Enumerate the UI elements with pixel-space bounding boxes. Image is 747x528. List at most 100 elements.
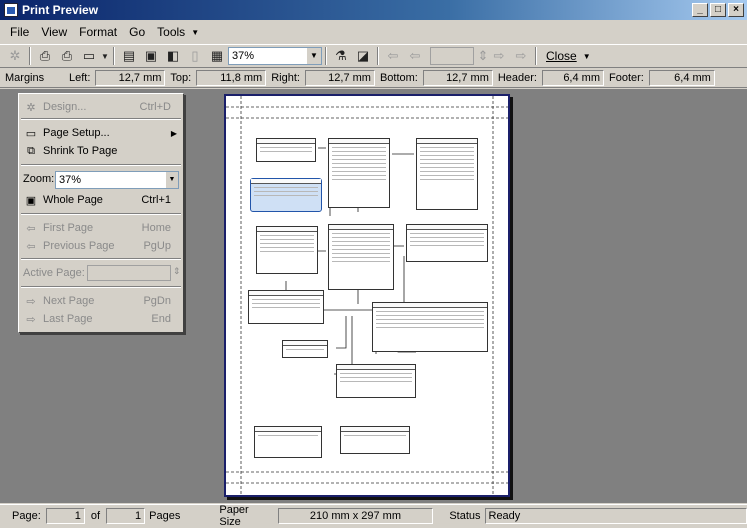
- footer-margin-field[interactable]: 6,4 mm: [649, 70, 715, 86]
- toolbar-separator: [29, 47, 31, 65]
- print-icon[interactable]: ⎙: [34, 46, 56, 66]
- menu-item-first-page[interactable]: ⇦ First Page Home: [19, 219, 183, 237]
- minimize-button[interactable]: _: [692, 3, 708, 17]
- status-bar: Page: 1 of 1 Pages Paper Size 210 mm x 2…: [0, 504, 747, 526]
- quick-print-icon[interactable]: ⎙: [56, 46, 78, 66]
- bottom-margin-field[interactable]: 12,7 mm: [423, 70, 493, 86]
- page-width-icon[interactable]: ▤: [118, 46, 140, 66]
- app-icon: [4, 3, 18, 17]
- close-preview-button[interactable]: Close: [540, 49, 583, 63]
- window-title: Print Preview: [22, 3, 98, 17]
- maximize-button[interactable]: □: [710, 3, 726, 17]
- whole-page-icon[interactable]: ▣: [140, 46, 162, 66]
- menu-item-previous-page-shortcut: PgUp: [131, 240, 183, 252]
- toolbar-separator: [113, 47, 115, 65]
- multiple-pages-icon[interactable]: ▦: [206, 46, 228, 66]
- toolbar-separator: [325, 47, 327, 65]
- right-margin-label: Right:: [266, 72, 305, 84]
- one-page-icon[interactable]: ◧: [162, 46, 184, 66]
- toolbar-separator: [377, 47, 379, 65]
- menu-item-previous-page[interactable]: ⇦ Previous Page PgUp: [19, 237, 183, 255]
- paper-size-field: 210 mm x 297 mm: [278, 508, 434, 524]
- page-setup-icon[interactable]: ▭: [78, 46, 100, 66]
- chevron-down-icon[interactable]: ▼: [166, 172, 178, 188]
- menu-view[interactable]: View: [35, 25, 73, 39]
- menu-item-last-page-shortcut: End: [131, 313, 183, 325]
- menu-go[interactable]: Go: [123, 25, 151, 39]
- menu-separator: [21, 213, 181, 215]
- preview-area[interactable]: ✲ Design... Ctrl+D ▭ Page Setup... ▶ ⧉ S…: [0, 89, 747, 503]
- menu-item-design-shortcut: Ctrl+D: [131, 101, 183, 113]
- active-page-input[interactable]: [87, 265, 171, 281]
- zoom-combobox[interactable]: 37% ▼: [228, 47, 322, 65]
- first-page-icon[interactable]: ⇦: [382, 46, 404, 66]
- find-icon[interactable]: ⚗: [330, 46, 352, 66]
- shrink-icon: ⧉: [23, 145, 39, 158]
- menu-item-page-setup-label: Page Setup...: [43, 127, 183, 139]
- whole-page-icon: ▣: [23, 194, 39, 207]
- page-number-input[interactable]: [430, 47, 474, 65]
- export-icon[interactable]: ◪: [352, 46, 374, 66]
- menu-item-design[interactable]: ✲ Design... Ctrl+D: [19, 98, 183, 116]
- diagram-table: [416, 138, 478, 210]
- menu-separator: [21, 258, 181, 260]
- zoom-select[interactable]: 37% ▼: [55, 171, 179, 189]
- menu-item-whole-page[interactable]: ▣ Whole Page Ctrl+1: [19, 191, 183, 209]
- diagram-table: [372, 302, 488, 352]
- next-page-icon[interactable]: ⇨: [488, 46, 510, 66]
- two-pages-icon[interactable]: ▯: [184, 46, 206, 66]
- menu-tools[interactable]: Tools: [151, 25, 191, 39]
- spin-icon[interactable]: ⇕: [173, 266, 181, 277]
- menu-item-shrink-label: Shrink To Page: [43, 145, 183, 157]
- menu-separator: [21, 118, 181, 120]
- diagram-table: [248, 290, 324, 324]
- status-label: Status: [433, 510, 484, 522]
- menu-item-next-page[interactable]: ⇨ Next Page PgDn: [19, 292, 183, 310]
- menu-item-shrink-to-page[interactable]: ⧉ Shrink To Page: [19, 142, 183, 160]
- diagram-table: [340, 426, 410, 454]
- left-margin-field[interactable]: 12,7 mm: [95, 70, 165, 86]
- status-field: Ready: [485, 508, 747, 524]
- spin-icon[interactable]: ⇕: [478, 46, 488, 66]
- chevron-down-icon[interactable]: ▼: [583, 52, 591, 61]
- menu-item-page-setup[interactable]: ▭ Page Setup... ▶: [19, 124, 183, 142]
- next-page-icon: ⇨: [23, 295, 39, 308]
- header-margin-field[interactable]: 6,4 mm: [542, 70, 604, 86]
- menu-format[interactable]: Format: [73, 25, 123, 39]
- first-page-icon: ⇦: [23, 222, 39, 235]
- bottom-margin-label: Bottom:: [375, 72, 423, 84]
- right-margin-field[interactable]: 12,7 mm: [305, 70, 375, 86]
- diagram-table: [328, 224, 394, 290]
- menu-item-last-page-label: Last Page: [43, 313, 131, 325]
- chevron-down-icon[interactable]: ▼: [307, 48, 321, 64]
- top-margin-field[interactable]: 11,8 mm: [196, 70, 266, 86]
- menu-item-next-page-shortcut: PgDn: [131, 295, 183, 307]
- pages-label: Pages: [145, 510, 213, 522]
- footer-margin-label: Footer:: [604, 72, 649, 84]
- go-menu-dropdown: ✲ Design... Ctrl+D ▭ Page Setup... ▶ ⧉ S…: [18, 93, 184, 333]
- preview-page[interactable]: [224, 94, 510, 497]
- zoom-label: Zoom:: [23, 173, 54, 185]
- last-page-icon: ⇨: [23, 313, 39, 326]
- diagram-table: [336, 364, 416, 398]
- dropdown-arrow-icon[interactable]: ▼: [100, 46, 110, 66]
- diagram-table: [254, 426, 322, 458]
- page-label: Page:: [0, 510, 46, 522]
- menu-item-last-page[interactable]: ⇨ Last Page End: [19, 310, 183, 328]
- menu-overflow-chevron-icon[interactable]: ▼: [191, 28, 199, 37]
- last-page-icon[interactable]: ⇨: [510, 46, 532, 66]
- design-icon[interactable]: ✲: [4, 46, 26, 66]
- menu-item-first-page-label: First Page: [43, 222, 131, 234]
- margins-bar: Margins Left: 12,7 mm Top: 11,8 mm Right…: [0, 69, 747, 88]
- previous-page-icon[interactable]: ⇦: [404, 46, 426, 66]
- diagram-table: [406, 224, 488, 262]
- menu-item-whole-page-label: Whole Page: [43, 194, 131, 206]
- diagram-table-selected: [250, 178, 322, 212]
- diagram-table: [282, 340, 328, 358]
- paper-size-label: Paper Size: [213, 504, 277, 528]
- header-margin-label: Header:: [493, 72, 542, 84]
- total-pages-field: 1: [106, 508, 145, 524]
- menu-file[interactable]: File: [4, 25, 35, 39]
- close-window-button[interactable]: ×: [728, 3, 744, 17]
- menu-item-first-page-shortcut: Home: [131, 222, 183, 234]
